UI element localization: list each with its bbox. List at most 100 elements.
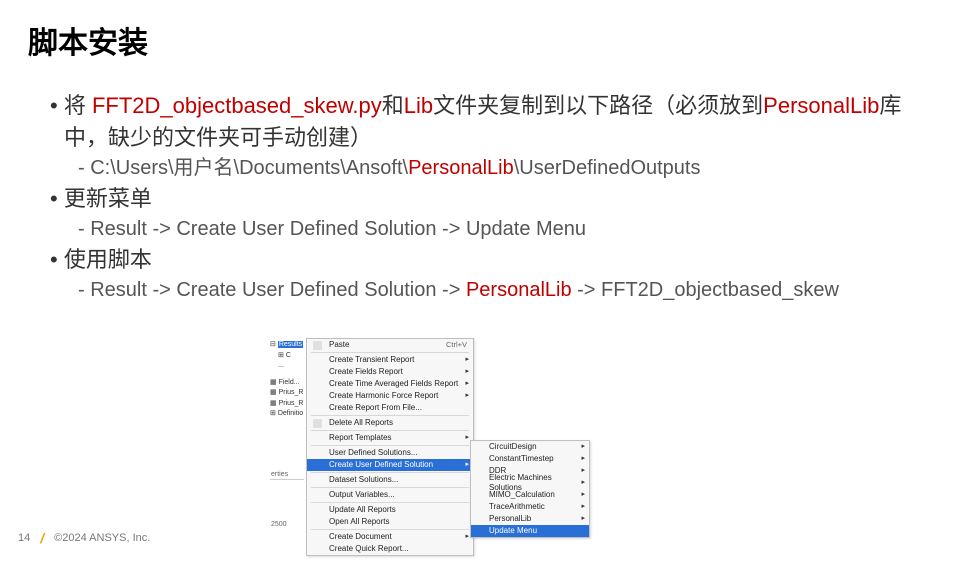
menu-separator bbox=[311, 502, 469, 503]
slide-title: 脚本安装 bbox=[28, 18, 926, 62]
menu-update-all[interactable]: Update All Reports bbox=[307, 504, 473, 516]
label: Report Templates bbox=[329, 433, 392, 443]
label: Delete All Reports bbox=[329, 418, 393, 428]
b1-mid: 和 bbox=[382, 93, 404, 118]
footer: 14 / ©2024 ANSYS, Inc. bbox=[18, 530, 150, 546]
label: Dataset Solutions... bbox=[329, 475, 398, 485]
tree-item[interactable]: C bbox=[286, 352, 291, 359]
menu-create-quick[interactable]: Create Quick Report... bbox=[307, 543, 473, 555]
menu-separator bbox=[311, 415, 469, 416]
bullet-2-sub: Result -> Create User Defined Solution -… bbox=[78, 215, 926, 244]
label: User Defined Solutions... bbox=[329, 448, 418, 458]
tree-prius2[interactable]: Prius_R bbox=[279, 400, 304, 407]
menu-report-templates[interactable]: Report Templates ▸ bbox=[307, 432, 473, 444]
b1-red2: Lib bbox=[404, 93, 433, 118]
bullet-1-sub: C:\Users\用户名\Documents\Ansoft\PersonalLi… bbox=[78, 154, 926, 183]
b1-sub-pre: C:\Users\用户名\Documents\Ansoft\ bbox=[90, 157, 408, 179]
submenu-arrow-icon: ▸ bbox=[465, 391, 469, 401]
menu-create-from-file[interactable]: Create Report From File... bbox=[307, 402, 473, 414]
label: Create Transient Report bbox=[329, 355, 414, 365]
label: Create Fields Report bbox=[329, 367, 403, 377]
menu2-personallib[interactable]: PersonalLib ▸ bbox=[471, 513, 589, 525]
label: Create User Defined Solution bbox=[329, 460, 433, 470]
content-area: 将 FFT2D_objectbased_skew.py和Lib文件夹复制到以下路… bbox=[28, 90, 926, 305]
b1-red3: PersonalLib bbox=[763, 93, 879, 118]
menu-separator bbox=[311, 445, 469, 446]
menu2-update[interactable]: Update Menu bbox=[471, 525, 589, 537]
submenu-arrow-icon: ▸ bbox=[581, 490, 585, 500]
b3-sub-pre: Result -> Create User Defined Solution -… bbox=[90, 279, 466, 301]
menu-paste-label: Paste bbox=[329, 340, 349, 350]
menu-paste[interactable]: Paste Ctrl+V bbox=[307, 339, 473, 351]
properties-panel: erties 2500 bbox=[270, 470, 304, 529]
label: CircuitDesign bbox=[489, 442, 537, 452]
menu-create-doc[interactable]: Create Document▸ bbox=[307, 531, 473, 543]
menu2-circuitdesign[interactable]: CircuitDesign ▸ bbox=[471, 441, 589, 453]
delete-icon bbox=[313, 419, 322, 428]
menu-separator bbox=[311, 472, 469, 473]
context-menu-1: Paste Ctrl+V Create Transient Report ▸ Cre… bbox=[306, 338, 474, 556]
footer-slash-icon: / bbox=[40, 530, 44, 546]
menu2-trace[interactable]: TraceArithmetic ▸ bbox=[471, 501, 589, 513]
tree-fields[interactable]: Field... bbox=[279, 379, 300, 386]
tree-results[interactable]: Results bbox=[278, 341, 303, 348]
label: Create Quick Report... bbox=[329, 544, 409, 554]
label: Create Report From File... bbox=[329, 403, 422, 413]
b1-pre: 将 bbox=[64, 93, 92, 118]
tree-defs[interactable]: Definitio bbox=[278, 410, 303, 417]
bullet-3: 使用脚本 bbox=[50, 244, 926, 276]
properties-value: 2500 bbox=[270, 520, 304, 529]
label: Create Document bbox=[329, 532, 392, 542]
label: MIMO_Calculation bbox=[489, 490, 555, 500]
label: Create Harmonic Force Report bbox=[329, 391, 438, 401]
paste-icon bbox=[313, 341, 322, 350]
submenu-arrow-icon: ▸ bbox=[581, 442, 585, 452]
bullet-2: 更新菜单 bbox=[50, 183, 926, 215]
copyright: ©2024 ANSYS, Inc. bbox=[54, 532, 150, 544]
menu-create-harmonic[interactable]: Create Harmonic Force Report ▸ bbox=[307, 390, 473, 402]
b1-sub-post: \UserDefinedOutputs bbox=[514, 157, 701, 179]
menu-separator bbox=[311, 352, 469, 353]
embedded-screenshot: ⊟ Results ⊞ C ... ▦ Field... ▦ Prius_R ▦… bbox=[270, 338, 650, 538]
menu-uds[interactable]: User Defined Solutions... bbox=[307, 447, 473, 459]
submenu-arrow-icon: ▸ bbox=[581, 478, 585, 488]
label: Output Variables... bbox=[329, 490, 395, 500]
menu-cuds[interactable]: Create User Defined Solution ▸ bbox=[307, 459, 473, 471]
menu-create-transient[interactable]: Create Transient Report ▸ bbox=[307, 354, 473, 366]
menu-output-vars[interactable]: Output Variables... bbox=[307, 489, 473, 501]
submenu-arrow-icon: ▸ bbox=[581, 466, 585, 476]
label: Open All Reports bbox=[329, 517, 389, 527]
b1-red1: FFT2D_objectbased_skew.py bbox=[92, 93, 382, 118]
b1-sub-red: PersonalLib bbox=[408, 157, 514, 179]
menu2-ems[interactable]: Electric Machines Solutions▸ bbox=[471, 477, 589, 489]
menu-create-fields[interactable]: Create Fields Report▸ bbox=[307, 366, 473, 378]
menu-dataset[interactable]: Dataset Solutions... bbox=[307, 474, 473, 486]
b3-sub-post: -> FFT2D_objectbased_skew bbox=[572, 279, 839, 301]
menu2-constanttimestep[interactable]: ConstantTimestep▸ bbox=[471, 453, 589, 465]
tree-prius1[interactable]: Prius_R bbox=[279, 389, 304, 396]
label: TraceArithmetic bbox=[489, 502, 545, 512]
label: ConstantTimestep bbox=[489, 454, 554, 464]
submenu-arrow-icon: ▸ bbox=[465, 460, 469, 470]
label: PersonalLib bbox=[489, 514, 531, 524]
menu-open-all[interactable]: Open All Reports bbox=[307, 516, 473, 528]
tree-item: ... bbox=[278, 362, 284, 369]
menu-separator bbox=[311, 529, 469, 530]
b3-sub-red: PersonalLib bbox=[466, 279, 572, 301]
menu2-mimo[interactable]: MIMO_Calculation ▸ bbox=[471, 489, 589, 501]
page-number: 14 bbox=[18, 532, 30, 544]
bullet-3-sub: Result -> Create User Defined Solution -… bbox=[78, 276, 926, 305]
submenu-arrow-icon: ▸ bbox=[465, 433, 469, 443]
menu-create-time-avg[interactable]: Create Time Averaged Fields Report ▸ bbox=[307, 378, 473, 390]
menu-separator bbox=[311, 430, 469, 431]
properties-label: erties bbox=[270, 470, 304, 480]
submenu-arrow-icon: ▸ bbox=[581, 502, 585, 512]
menu-delete-all[interactable]: Delete All Reports bbox=[307, 417, 473, 429]
submenu-arrow-icon: ▸ bbox=[465, 379, 469, 389]
submenu-arrow-icon: ▸ bbox=[465, 355, 469, 365]
submenu-arrow-icon: ▸ bbox=[581, 514, 585, 524]
label: Create Time Averaged Fields Report bbox=[329, 379, 458, 389]
label: Update Menu bbox=[489, 526, 537, 536]
menu-separator bbox=[311, 487, 469, 488]
menu-paste-shortcut: Ctrl+V bbox=[446, 340, 467, 350]
